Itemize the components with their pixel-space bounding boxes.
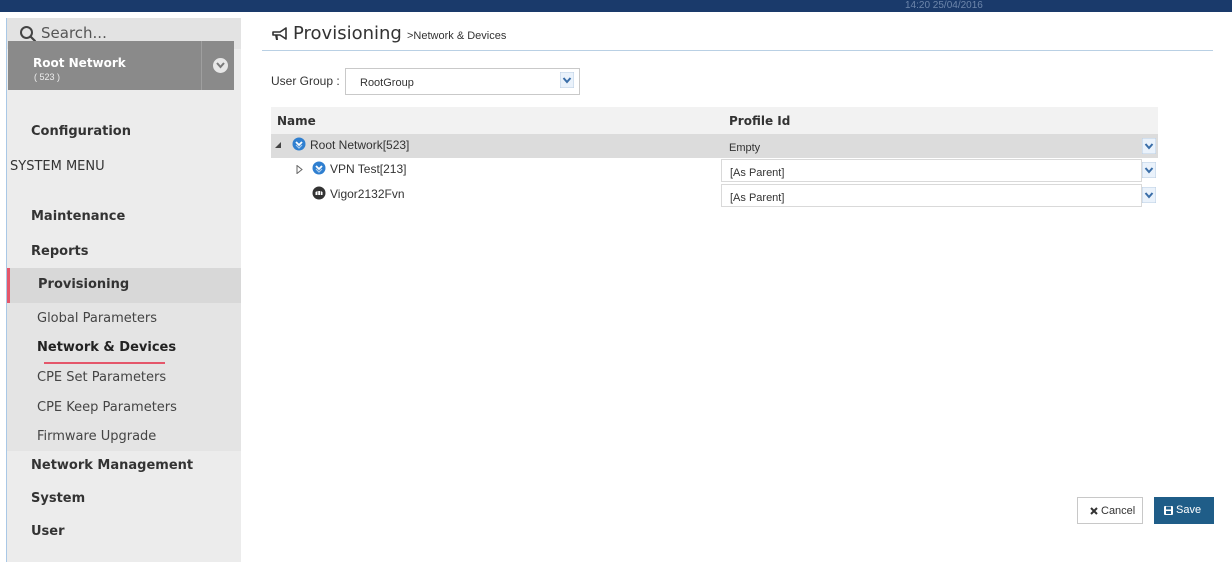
cancel-button[interactable]: Cancel [1077,497,1143,524]
clock-text: 14:20 25/04/2016 [905,0,983,11]
chevron-down-icon[interactable] [1142,138,1156,154]
sidebar-item-label: User [31,524,65,539]
profile-id-select[interactable]: [As Parent] [721,184,1142,207]
submenu-firmware-upgrade[interactable]: Firmware Upgrade [37,429,156,444]
chevron-down-icon[interactable] [1142,187,1156,203]
profile-id-value: Empty [729,142,761,154]
table-header: Name Profile Id [271,107,1158,134]
sidebar-item-label: Configuration [31,124,131,139]
sidebar-edge [0,18,8,562]
row-name: Root Network[523] [310,138,410,152]
profile-id-value: [As Parent] [730,192,785,204]
chevron-down-icon[interactable] [1142,162,1156,178]
sidebar-item-provisioning[interactable]: Provisioning [7,268,241,303]
user-group-select[interactable]: RootGroup [345,68,580,95]
network-selector[interactable]: Root Network ( 523 ) [8,41,234,90]
search-input[interactable]: Search... [41,24,107,42]
table-row[interactable]: Vigor2132Fvn [As Parent] [271,183,1158,207]
network-icon [312,161,326,175]
profile-id-value: [As Parent] [730,167,785,179]
save-label: Save [1176,504,1202,516]
sidebar-item-label: Maintenance [31,209,126,224]
cancel-label: Cancel [1101,505,1136,517]
submenu-cpe-keep-parameters[interactable]: CPE Keep Parameters [37,400,177,415]
chevron-down-icon[interactable] [560,72,574,88]
user-group-value: RootGroup [360,77,414,89]
column-header-profile-id: Profile Id [729,114,791,128]
row-name: VPN Test[213] [330,162,407,176]
breadcrumb: >Network & Devices [407,30,507,42]
sidebar-item-label: Reports [31,244,89,259]
heading-divider [262,50,1213,51]
network-count: ( 523 ) [34,72,61,82]
chevron-down-icon[interactable] [213,58,228,73]
row-name: Vigor2132Fvn [330,187,405,201]
top-bar: 14:20 25/04/2016 [0,0,1232,12]
column-header-name: Name [277,114,316,128]
network-name: Root Network [33,56,126,70]
sidebar-item-label: System [31,491,86,506]
profile-id-select[interactable]: [As Parent] [721,159,1142,182]
submenu-global-parameters[interactable]: Global Parameters [37,311,157,326]
sidebar-item-label: Network Management [31,458,194,473]
submenu-cpe-set-parameters[interactable]: CPE Set Parameters [37,370,166,385]
expand-triangle-icon[interactable] [296,165,303,174]
submenu-network-devices[interactable]: Network & Devices [37,340,176,355]
table-row[interactable]: Root Network[523] Empty [271,134,1158,158]
network-icon [292,137,306,151]
divider [201,41,202,90]
user-group-label: User Group : [271,74,340,88]
table-row[interactable]: VPN Test[213] [As Parent] [271,158,1158,182]
system-menu-heading: SYSTEM MENU [10,159,105,174]
floppy-disk-icon [1164,506,1173,515]
close-icon [1090,507,1098,515]
save-button[interactable]: Save [1154,497,1214,524]
active-underline [44,362,165,364]
sidebar-item-label: Provisioning [38,277,130,292]
megaphone-icon [272,27,287,40]
device-icon [312,186,326,200]
active-indicator [7,268,10,303]
collapse-triangle-icon[interactable] [274,141,282,149]
page-title: Provisioning [293,23,402,44]
app-window: 14:20 25/04/2016 Search... Root Network … [0,0,1232,562]
profile-id-select[interactable]: Empty [721,135,1142,158]
